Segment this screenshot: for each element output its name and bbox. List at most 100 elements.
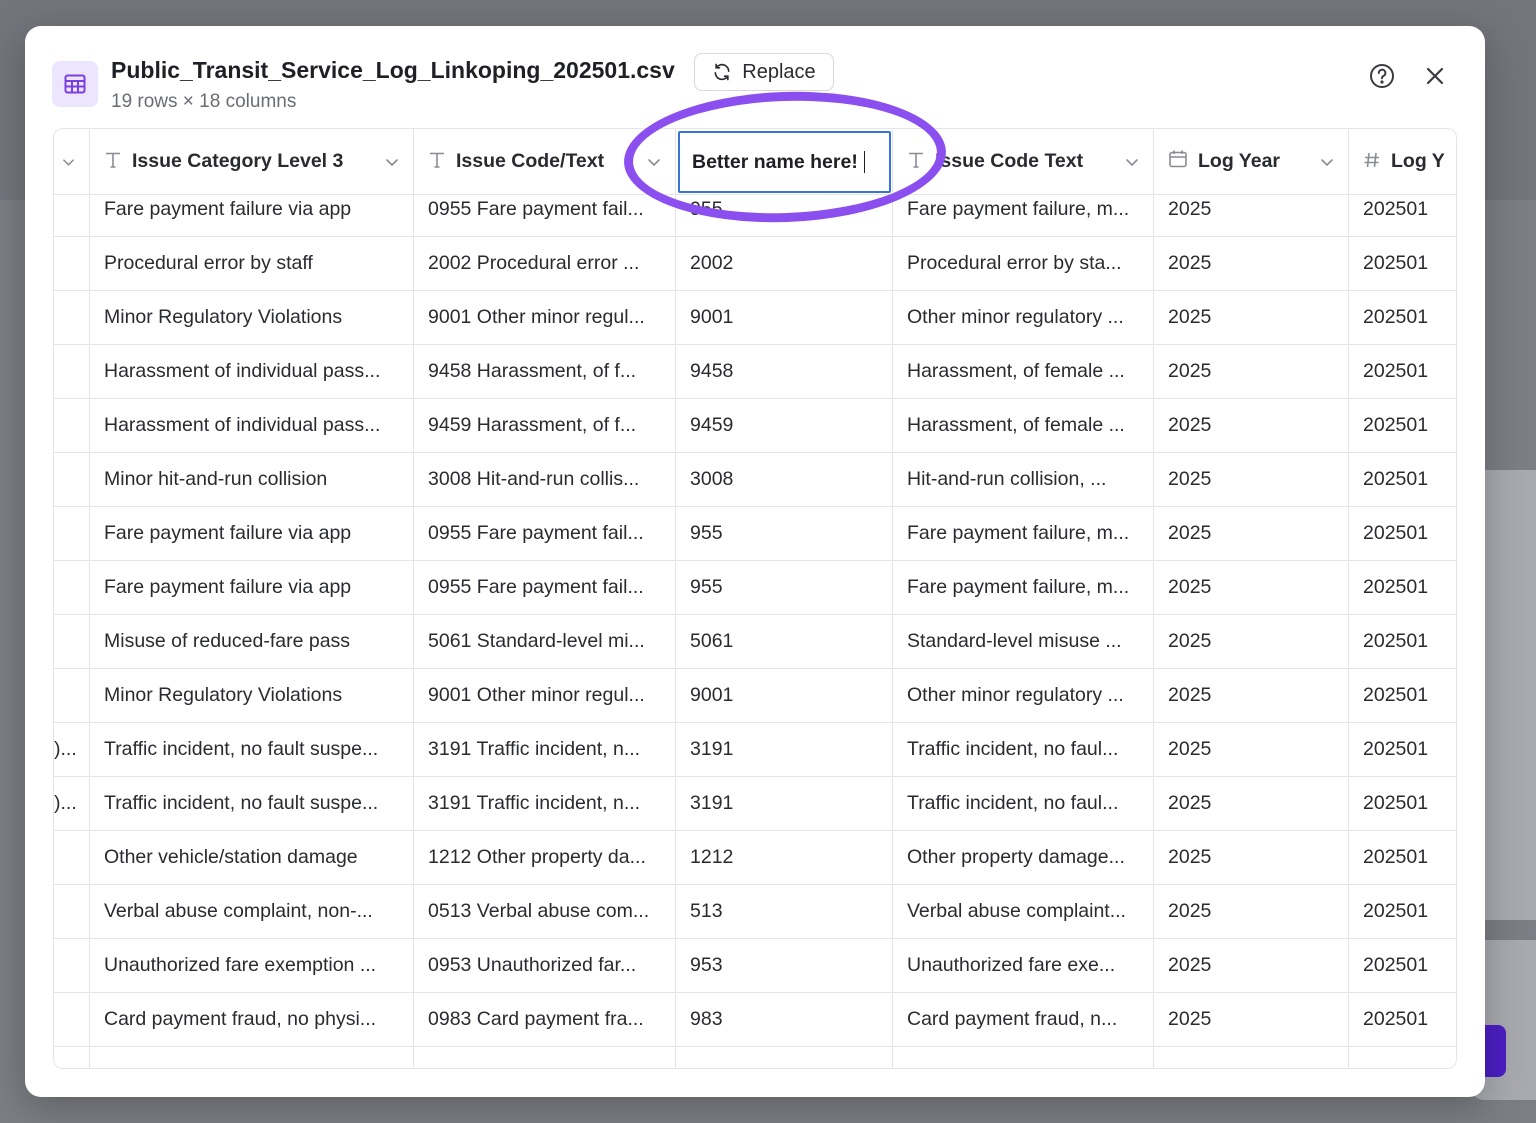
table-cell[interactable]: Other minor regulatory ... <box>893 669 1154 723</box>
table-cell[interactable]: 202501 <box>1349 885 1456 939</box>
table-cell[interactable]: 2025 <box>1154 237 1349 291</box>
table-cell[interactable]: 3191 <box>676 723 893 777</box>
column-header-3[interactable]: Better name here! <box>676 129 893 195</box>
table-cell[interactable]: 9001 Other minor regul... <box>414 669 676 723</box>
table-cell[interactable]: 202501 <box>1349 831 1456 885</box>
table-cell[interactable]: 2025 <box>1154 831 1349 885</box>
table-cell[interactable]: 2025 <box>1154 723 1349 777</box>
table-cell[interactable]: 202501 <box>1349 615 1456 669</box>
chevron-down-icon[interactable] <box>647 155 661 169</box>
table-cell[interactable]: Traffic incident, no faul... <box>893 777 1154 831</box>
table-cell[interactable]: Minor Regulatory Violations <box>90 291 414 345</box>
table-cell[interactable]: Harassment of individual pass... <box>90 399 414 453</box>
table-cell[interactable]: 202501 <box>1349 723 1456 777</box>
table-cell[interactable]: 2025 <box>1154 777 1349 831</box>
table-cell[interactable] <box>54 453 90 507</box>
table-cell[interactable]: 2025 <box>1154 183 1349 237</box>
table-cell[interactable]: 9001 Other minor regul... <box>414 291 676 345</box>
table-cell[interactable]: 0955 Fare payment fail... <box>414 507 676 561</box>
table-cell[interactable] <box>54 993 90 1047</box>
table-cell[interactable]: Minor hit-and-run collision <box>90 453 414 507</box>
table-cell[interactable]: 9459 <box>676 399 893 453</box>
table-cell[interactable]: 955 <box>676 507 893 561</box>
table-cell[interactable]: 0955 Fare payment fail... <box>414 183 676 237</box>
table-cell[interactable]: Fare payment failure via app <box>90 561 414 615</box>
table-cell[interactable]: 513 <box>676 885 893 939</box>
table-cell[interactable]: 2025 <box>1154 561 1349 615</box>
table-cell[interactable]: 202501 <box>1349 183 1456 237</box>
table-cell[interactable] <box>90 1047 414 1068</box>
table-cell[interactable]: )... <box>54 777 90 831</box>
table-cell[interactable]: Other minor regulatory ... <box>893 291 1154 345</box>
table-cell[interactable]: 202501 <box>1349 939 1456 993</box>
table-cell[interactable] <box>54 237 90 291</box>
table-cell[interactable] <box>54 183 90 237</box>
table-cell[interactable]: 202501 <box>1349 453 1456 507</box>
table-cell[interactable]: Verbal abuse complaint, non-... <box>90 885 414 939</box>
table-cell[interactable]: Verbal abuse complaint... <box>893 885 1154 939</box>
table-cell[interactable]: 955 <box>676 561 893 615</box>
table-cell[interactable]: 202501 <box>1349 291 1456 345</box>
chevron-down-icon[interactable] <box>1125 155 1139 169</box>
table-cell[interactable] <box>54 669 90 723</box>
table-cell[interactable]: Harassment, of female ... <box>893 345 1154 399</box>
table-cell[interactable] <box>54 561 90 615</box>
table-cell[interactable] <box>54 939 90 993</box>
table-cell[interactable]: 0953 Unauthorized far... <box>414 939 676 993</box>
table-cell[interactable]: 202501 <box>1349 399 1456 453</box>
chevron-down-icon[interactable] <box>385 155 399 169</box>
table-cell[interactable]: Card payment fraud, no physi... <box>90 993 414 1047</box>
table-cell[interactable]: 202501 <box>1349 777 1456 831</box>
table-cell[interactable]: Fare payment failure, m... <box>893 183 1154 237</box>
table-cell[interactable]: 3191 Traffic incident, n... <box>414 777 676 831</box>
table-cell[interactable]: Other vehicle/station damage <box>90 831 414 885</box>
table-cell[interactable]: Standard-level misuse ... <box>893 615 1154 669</box>
table-cell[interactable] <box>54 291 90 345</box>
table-cell[interactable]: Other property damage... <box>893 831 1154 885</box>
column-name-input[interactable]: Better name here! <box>678 131 891 193</box>
table-cell[interactable]: 3008 Hit-and-run collis... <box>414 453 676 507</box>
table-cell[interactable]: 9001 <box>676 669 893 723</box>
table-cell[interactable]: 9458 <box>676 345 893 399</box>
chevron-down-icon[interactable] <box>1320 155 1334 169</box>
table-cell[interactable]: 2002 <box>676 237 893 291</box>
table-cell[interactable]: 0513 Verbal abuse com... <box>414 885 676 939</box>
table-cell[interactable] <box>54 615 90 669</box>
table-cell[interactable] <box>54 1047 90 1068</box>
table-cell[interactable] <box>414 1047 676 1068</box>
table-cell[interactable]: 3191 <box>676 777 893 831</box>
table-cell[interactable]: Traffic incident, no fault suspe... <box>90 777 414 831</box>
table-cell[interactable]: 3191 Traffic incident, n... <box>414 723 676 777</box>
table-cell[interactable] <box>54 831 90 885</box>
table-cell[interactable]: 2025 <box>1154 885 1349 939</box>
table-cell[interactable]: Fare payment failure, m... <box>893 561 1154 615</box>
table-cell[interactable]: Traffic incident, no faul... <box>893 723 1154 777</box>
table-cell[interactable]: 2025 <box>1154 345 1349 399</box>
table-cell[interactable]: Hit-and-run collision, ... <box>893 453 1154 507</box>
table-cell[interactable] <box>893 1047 1154 1068</box>
table-cell[interactable]: 9001 <box>676 291 893 345</box>
table-cell[interactable]: )... <box>54 723 90 777</box>
table-cell[interactable]: 2025 <box>1154 399 1349 453</box>
table-cell[interactable]: Harassment, of female ... <box>893 399 1154 453</box>
table-cell[interactable]: 5061 <box>676 615 893 669</box>
table-cell[interactable]: 202501 <box>1349 561 1456 615</box>
table-cell[interactable]: 0983 Card payment fra... <box>414 993 676 1047</box>
table-cell[interactable]: Misuse of reduced-fare pass <box>90 615 414 669</box>
help-circle-icon[interactable] <box>1369 63 1395 89</box>
table-cell[interactable]: 2025 <box>1154 453 1349 507</box>
table-cell[interactable]: 1212 Other property da... <box>414 831 676 885</box>
table-cell[interactable]: 2025 <box>1154 615 1349 669</box>
table-cell[interactable]: 2025 <box>1154 669 1349 723</box>
table-cell[interactable]: 202501 <box>1349 993 1456 1047</box>
table-cell[interactable]: Card payment fraud, n... <box>893 993 1154 1047</box>
table-cell[interactable] <box>676 1047 893 1068</box>
table-cell[interactable]: Harassment of individual pass... <box>90 345 414 399</box>
table-cell[interactable]: 3008 <box>676 453 893 507</box>
chevron-down-icon[interactable] <box>62 155 75 169</box>
table-cell[interactable]: 2025 <box>1154 507 1349 561</box>
table-cell[interactable]: Procedural error by sta... <box>893 237 1154 291</box>
replace-button[interactable]: Replace <box>694 53 834 91</box>
table-cell[interactable]: 0955 Fare payment fail... <box>414 561 676 615</box>
table-cell[interactable]: 202501 <box>1349 237 1456 291</box>
